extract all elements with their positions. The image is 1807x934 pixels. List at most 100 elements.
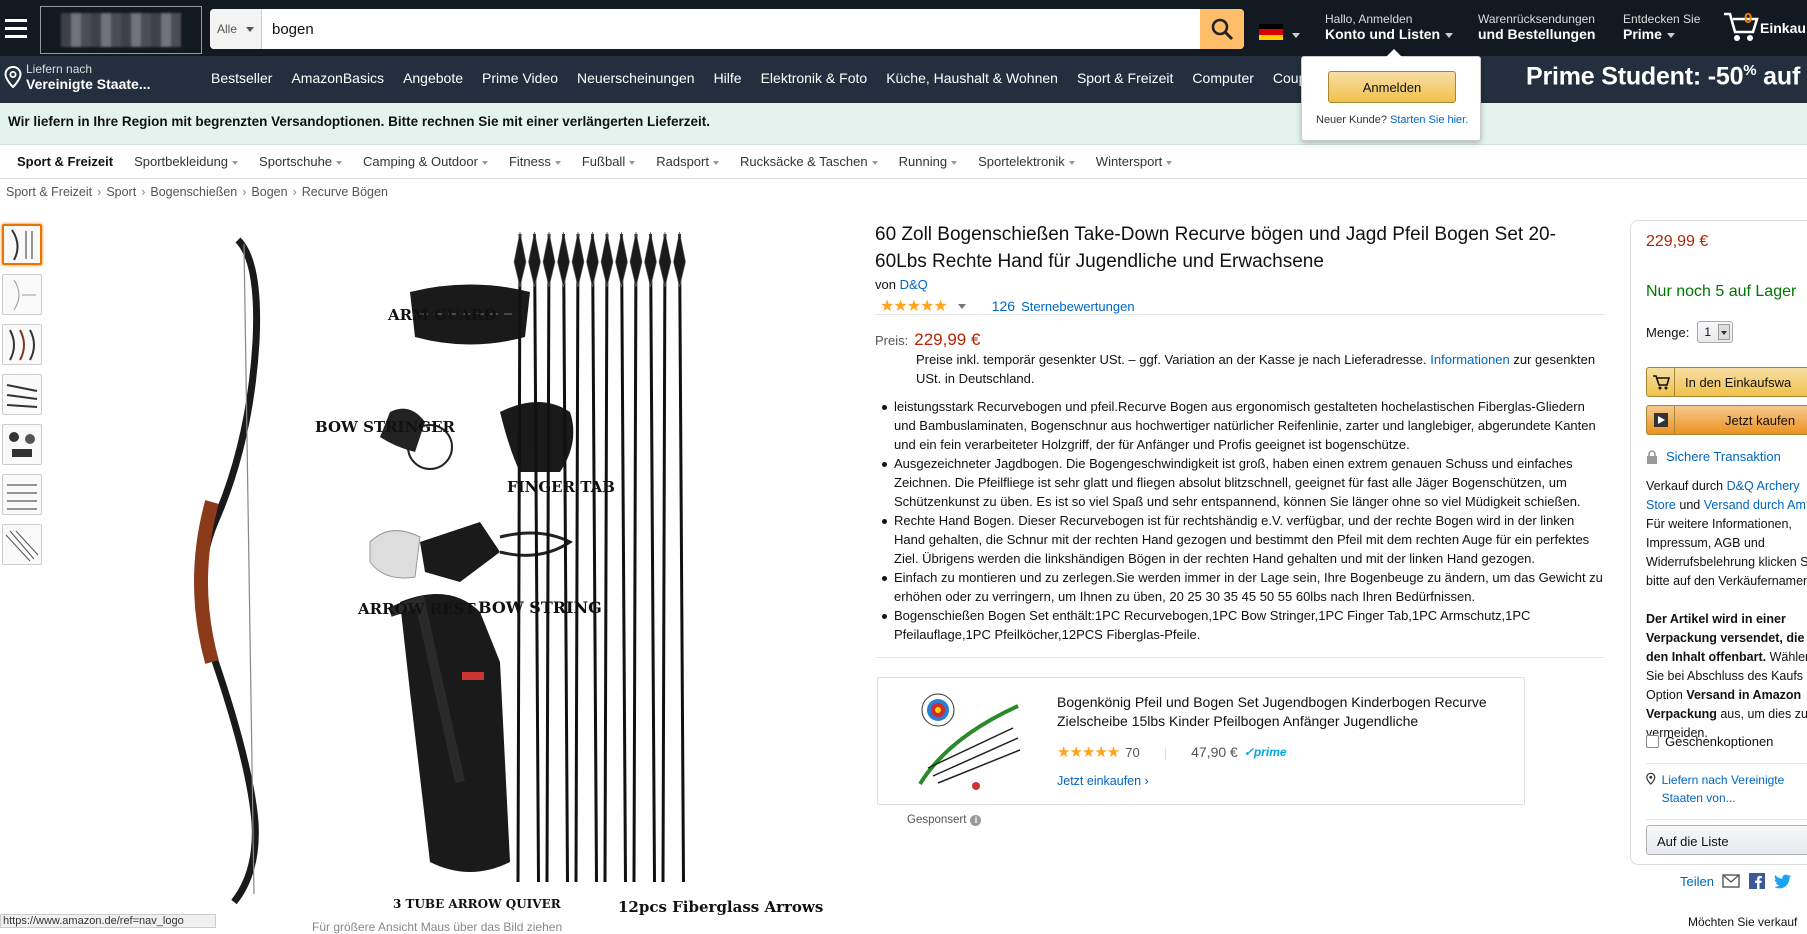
and-label: und <box>1679 498 1701 512</box>
subnav-item-label: Fußball <box>581 154 626 169</box>
tax-info-link[interactable]: Informationen <box>1430 352 1510 367</box>
nav-link[interactable]: Neuerscheinungen <box>577 70 695 86</box>
prime-label: prime <box>1253 745 1287 759</box>
sponsored-title[interactable]: Bogenkönig Pfeil und Bogen Set Jugendbog… <box>1057 693 1507 731</box>
arrow-shaft <box>620 233 627 883</box>
info-icon[interactable]: i <box>970 814 982 826</box>
search-input[interactable] <box>262 9 1200 49</box>
prime-student-promo[interactable]: Prime Student: -50% auf P <box>1526 62 1807 91</box>
sponsored-indicator[interactable]: Gesponsert i <box>907 814 982 826</box>
subnav-item[interactable]: Sportbekleidung <box>134 154 239 169</box>
subnav-item[interactable]: Sportelektronik <box>978 154 1075 169</box>
quantity-select[interactable]: 1 <box>1697 321 1734 343</box>
seller-info-text: Für weitere Informationen, Impressum, AG… <box>1646 517 1807 588</box>
rating-label[interactable]: Sternebewertungen <box>1021 299 1134 314</box>
nav-link[interactable]: Computer <box>1192 70 1253 86</box>
arrow-fletching <box>629 231 643 288</box>
signin-flyout: Anmelden Neuer Kunde? Starten Sie hier. <box>1301 49 1481 141</box>
breadcrumb-item[interactable]: Bogenschießen <box>150 185 237 199</box>
subnav-item[interactable]: Camping & Outdoor <box>363 154 488 169</box>
arrow-fletching <box>571 231 585 288</box>
search-icon <box>1211 18 1234 41</box>
more-thumbnail-icon <box>5 530 39 561</box>
brand-link[interactable]: D&Q <box>900 277 928 292</box>
nav-link[interactable]: Küche, Haushalt & Wohnen <box>886 70 1058 86</box>
star-rating-icon[interactable]: ★★★★★ <box>880 296 948 316</box>
nav-link[interactable]: Prime Video <box>482 70 558 86</box>
arrow-fletching <box>673 231 686 288</box>
breadcrumb-item[interactable]: Sport <box>106 185 136 199</box>
search-button[interactable] <box>1200 9 1244 49</box>
breadcrumb-item[interactable]: Recurve Bögen <box>302 185 388 199</box>
subnav-item[interactable]: Running <box>899 154 958 169</box>
image-label-arrow-rest: ARROW REST <box>358 600 476 618</box>
start-here-link[interactable]: Starten Sie hier. <box>1390 114 1468 126</box>
arrow-fletching <box>542 231 556 288</box>
deliver-to-label[interactable]: Liefern nach Vereinigte Staaten von... <box>1662 771 1807 807</box>
secure-transaction-link[interactable]: Sichere Transaktion <box>1666 449 1781 464</box>
account-menu[interactable]: Hallo, Anmelden Konto und Listen <box>1325 12 1454 43</box>
deliver-to-location[interactable]: Liefern nach Vereinigte Staate... <box>4 62 151 92</box>
gift-options[interactable]: Geschenkoptionen <box>1646 734 1773 749</box>
thumbnail[interactable] <box>2 474 42 515</box>
subnav-item[interactable]: Fitness <box>509 154 561 169</box>
language-flag-icon[interactable] <box>1259 24 1283 40</box>
facebook-icon[interactable] <box>1748 873 1766 889</box>
nav-link[interactable]: Hilfe <box>714 70 742 86</box>
star-rating-icon: ★★★★★ <box>1057 744 1120 761</box>
gift-checkbox[interactable] <box>1646 735 1659 748</box>
deliver-to-link[interactable]: Liefern nach Vereinigte Staaten von... <box>1646 771 1807 807</box>
nav-link[interactable]: AmazonBasics <box>291 70 384 86</box>
thumbnail[interactable] <box>2 224 42 265</box>
sold-by-label: Verkauf durch <box>1646 479 1724 493</box>
subnav-item[interactable]: Sport & Freizeit <box>17 154 113 169</box>
buy-now-button[interactable]: Jetzt kaufen <box>1646 405 1807 435</box>
thumbnail[interactable] <box>2 524 42 565</box>
orders-link[interactable]: Warenrücksendungen und Bestellungen <box>1478 12 1595 43</box>
hamburger-menu-icon[interactable] <box>2 10 30 46</box>
stock-status: Nur noch 5 auf Lager <box>1646 283 1797 300</box>
search-category-select[interactable]: Alle <box>210 9 262 49</box>
subnav-item[interactable]: Wintersport <box>1096 154 1173 169</box>
prime-badge-icon: ✓prime <box>1243 745 1287 759</box>
price-label: Preis: <box>875 333 909 348</box>
thumbnail[interactable] <box>2 274 42 315</box>
cart-button[interactable]: 0 Einkau <box>1722 8 1806 44</box>
chevron-down-icon[interactable] <box>957 303 966 309</box>
signin-button[interactable]: Anmelden <box>1328 71 1456 103</box>
thumbnail[interactable] <box>2 374 42 415</box>
subnav-item[interactable]: Fußball <box>581 154 636 169</box>
add-to-cart-button[interactable]: In den Einkaufswa <box>1646 367 1807 397</box>
nav-link[interactable]: Elektronik & Foto <box>761 70 868 86</box>
share-label[interactable]: Teilen <box>1680 874 1714 889</box>
breadcrumb-item[interactable]: Bogen <box>251 185 287 199</box>
fulfilled-by-link[interactable]: Versand durch Am <box>1704 498 1806 512</box>
buy-box: 229,99 € Nur noch 5 auf Lager Menge: 1 In… <box>1630 220 1807 865</box>
product-price: 229,99 € <box>914 330 981 349</box>
rating-count[interactable]: 126 <box>992 298 1015 314</box>
thumbnail[interactable] <box>2 424 42 465</box>
image-label-bow-stringer: BOW STRINGER <box>315 418 455 436</box>
greeting-text: Hallo, Anmelden <box>1325 12 1413 26</box>
sponsored-product-card[interactable]: Bogenkönig Pfeil und Bogen Set Jugendbog… <box>877 677 1525 805</box>
breadcrumb-separator: › <box>242 185 247 199</box>
nav-link[interactable]: Sport & Freizeit <box>1077 70 1173 86</box>
thumbnail[interactable] <box>2 324 42 365</box>
nav-link[interactable]: Bestseller <box>211 70 272 86</box>
subnav-item[interactable]: Radsport <box>656 154 719 169</box>
arrow-shaft <box>516 233 522 883</box>
nav-link[interactable]: Angebote <box>403 70 463 86</box>
amazon-logo[interactable] <box>40 6 202 54</box>
chevron-down-icon <box>951 160 958 165</box>
shop-now-link[interactable]: Jetzt einkaufen › <box>1057 774 1149 788</box>
twitter-icon[interactable] <box>1773 873 1792 889</box>
subnav-item[interactable]: Rucksäcke & Taschen <box>740 154 878 169</box>
email-icon[interactable] <box>1722 873 1740 889</box>
divider <box>875 657 1605 658</box>
breadcrumb-item[interactable]: Sport & Freizeit <box>6 185 92 199</box>
prime-menu[interactable]: Entdecken Sie Prime <box>1623 12 1700 43</box>
product-illustration <box>194 231 686 905</box>
subnav-item[interactable]: Sportschuhe <box>259 154 343 169</box>
add-to-list-button[interactable]: Auf die Liste <box>1646 825 1807 855</box>
main-product-image[interactable]: ARM GUARD BOW STRINGER FINGER TAB ARROW … <box>120 222 823 916</box>
